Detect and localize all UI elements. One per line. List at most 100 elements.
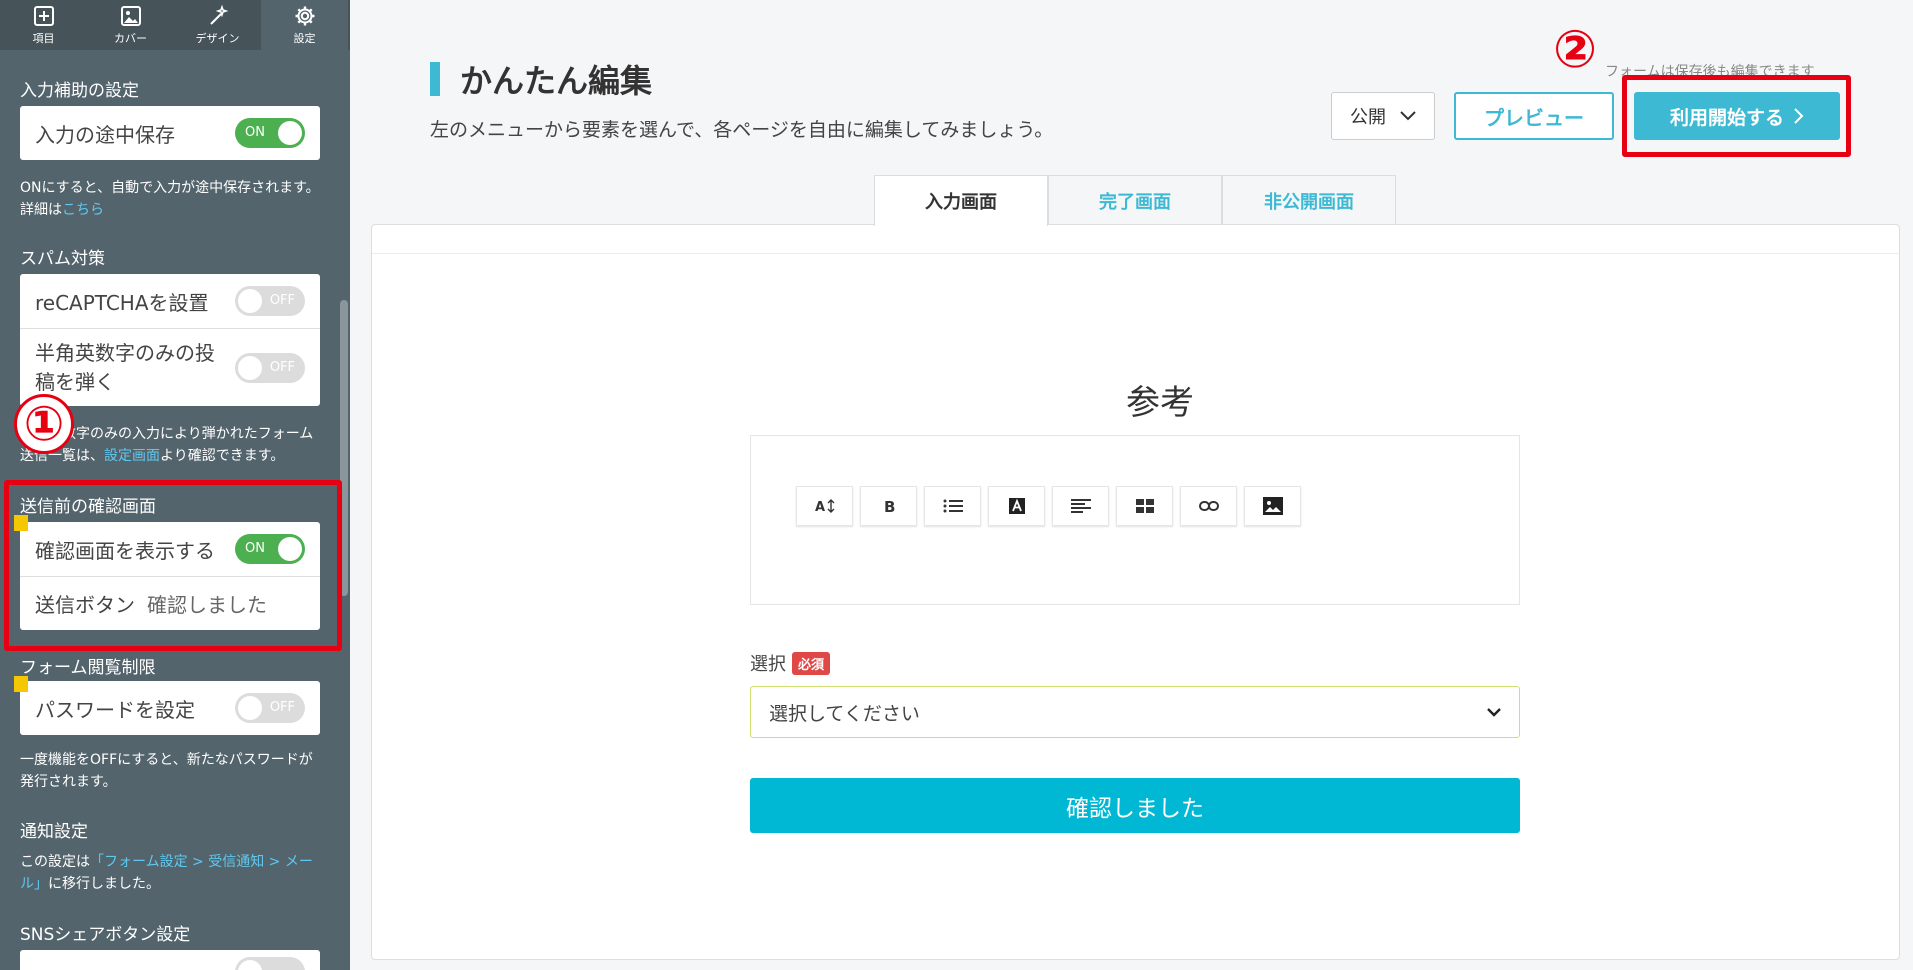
annotation-marker-2: ② (1552, 20, 1598, 80)
tab-items-label: 項目 (32, 32, 55, 45)
confirm-card: 確認画面を表示する ON 送信ボタン 確認しました (20, 522, 320, 630)
choice-select-placeholder: 選択してください (769, 702, 920, 725)
tab-cover-label: カバー (114, 32, 147, 45)
password-toggle-state: OFF (269, 700, 295, 715)
tab-input-screen[interactable]: 入力画面 (874, 175, 1048, 226)
list-icon (943, 499, 963, 513)
select-field-label: 選択 必須 (750, 650, 831, 676)
image-button[interactable] (1244, 486, 1301, 526)
submit-button-label: 送信ボタン (35, 593, 135, 617)
autosave-card: 入力の途中保存 ON (20, 106, 320, 160)
page-subtitle: 左のメニューから要素を選んで、各ページを自由に編集してみましょう。 (430, 119, 1054, 141)
start-using-button[interactable]: 利用開始する (1634, 92, 1840, 140)
form-heading[interactable]: 参考 (1050, 375, 1270, 424)
tab-settings-label: 設定 (293, 32, 316, 45)
list-button[interactable] (924, 486, 981, 526)
align-button[interactable] (1052, 486, 1109, 526)
tab-settings[interactable]: 設定 (261, 0, 348, 50)
sidebar-scrollbar[interactable] (340, 300, 348, 596)
spam-note-suffix: より確認できます。 (160, 448, 285, 464)
password-card: パスワードを設定 OFF (20, 681, 320, 735)
password-label: パスワードを設定 (35, 697, 195, 722)
tab-cover[interactable]: カバー (87, 0, 174, 50)
password-toggle[interactable]: OFF (235, 693, 305, 723)
input-assist-title: 入力補助の設定 (20, 81, 139, 101)
chevron-down-icon (1487, 707, 1501, 717)
page-title: かんたん編集 (460, 62, 653, 100)
autosave-label: 入力の途中保存 (35, 122, 175, 147)
font-size-icon: A (815, 499, 834, 514)
notify-title: 通知設定 (20, 822, 88, 842)
table-button[interactable] (1116, 486, 1173, 526)
save-note: フォームは保存後も編集できます (1605, 64, 1815, 80)
settings-sidebar: 項目 カバー デザイン 設定 入力補助の設定 入力の途中保存 ON ONにすると… (0, 0, 350, 970)
show-confirm-label: 確認画面を表示する (35, 538, 215, 563)
chevron-right-icon (1794, 108, 1804, 124)
choice-select[interactable]: 選択してください (750, 686, 1520, 738)
bookmark-flag (14, 515, 28, 531)
notify-note-suffix: に移行しました。 (48, 876, 160, 892)
tab-design-label: デザイン (195, 32, 240, 45)
confirm-submit-button[interactable]: 確認しました (750, 778, 1520, 833)
link-button[interactable] (1180, 486, 1237, 526)
link-icon (1198, 501, 1219, 511)
submit-button-setting[interactable]: 送信ボタン 確認しました (20, 576, 320, 630)
magic-wand-icon (209, 4, 228, 25)
publish-status-value: 公開 (1350, 107, 1386, 128)
tab-design[interactable]: デザイン (174, 0, 261, 50)
rich-text-editor[interactable]: A B (750, 435, 1520, 605)
table-icon (1135, 499, 1154, 513)
submit-button-value: 確認しました (147, 593, 267, 617)
select-field-label-text: 選択 (750, 654, 786, 675)
access-title: フォーム閲覧制限 (20, 658, 156, 678)
gear-icon (295, 6, 314, 26)
spam-title: スパム対策 (20, 249, 105, 269)
required-badge: 必須 (792, 651, 831, 675)
editor-toolbar: A B (796, 486, 1301, 526)
bold-button[interactable]: B (860, 486, 917, 526)
confirm-title: 送信前の確認画面 (20, 497, 156, 517)
title-accent-bar (430, 62, 440, 96)
show-confirm-toggle-state: ON (245, 541, 265, 556)
sidebar-tabs: 項目 カバー デザイン 設定 (0, 0, 350, 50)
alnum-toggle[interactable]: OFF (235, 352, 305, 383)
start-using-label: 利用開始する (1669, 106, 1784, 129)
font-size-button[interactable]: A (796, 486, 853, 526)
recaptcha-label: reCAPTCHAを設置 (35, 290, 209, 315)
sns-toggle[interactable] (235, 957, 305, 970)
recaptcha-toggle[interactable]: OFF (235, 286, 305, 316)
autosave-note: ONにすると、自動で入力が途中保存されます。詳細はこちら (20, 177, 325, 221)
bookmark-flag (14, 676, 28, 692)
plus-square-icon (33, 6, 54, 26)
autosave-detail-link[interactable]: こちら (62, 202, 104, 218)
alnum-toggle-state: OFF (269, 359, 295, 375)
alnum-label: 半角英数字のみの投稿を弾く (35, 340, 215, 394)
show-confirm-toggle[interactable]: ON (235, 534, 305, 564)
recaptcha-toggle-state: OFF (269, 293, 295, 308)
sns-title: SNSシェアボタン設定 (20, 925, 191, 945)
svg-text:B: B (884, 498, 895, 514)
canvas-divider (372, 253, 1899, 254)
text-color-button[interactable] (988, 486, 1045, 526)
bold-icon: B (884, 498, 895, 514)
image-icon (120, 6, 141, 26)
notify-note: この設定は「フォーム設定 > 受信通知 > メール」に移行しました。 (20, 851, 325, 895)
preview-button[interactable]: プレビュー (1454, 92, 1614, 140)
tab-items[interactable]: 項目 (0, 0, 87, 50)
notify-note-text: この設定は (20, 854, 90, 870)
autosave-toggle[interactable]: ON (235, 118, 305, 148)
chevron-down-icon (1400, 111, 1416, 121)
annotation-marker-1: ① (14, 394, 74, 454)
image-icon (1262, 497, 1283, 515)
spam-settings-link[interactable]: 設定画面 (104, 448, 160, 464)
tab-complete-screen[interactable]: 完了画面 (1048, 175, 1222, 225)
publish-status-select[interactable]: 公開 (1331, 92, 1435, 140)
autosave-toggle-state: ON (245, 125, 265, 140)
tab-private-screen[interactable]: 非公開画面 (1222, 175, 1396, 225)
password-note: 一度機能をOFFにすると、新たなパスワードが発行されます。 (20, 752, 313, 790)
text-color-icon (1008, 498, 1025, 514)
align-icon (1070, 499, 1091, 513)
svg-text:A: A (815, 500, 825, 514)
spam-card: reCAPTCHAを設置 OFF 半角英数字のみの投稿を弾く OFF (20, 274, 320, 406)
sns-card (20, 950, 320, 970)
